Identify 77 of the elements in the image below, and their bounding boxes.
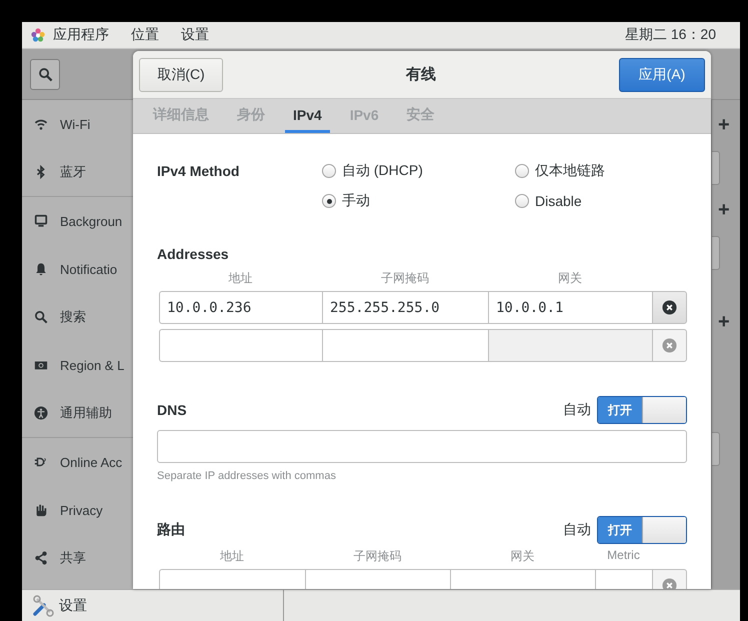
auto-label: 自动 — [563, 401, 591, 419]
input-field[interactable] — [322, 329, 488, 362]
input-field[interactable] — [157, 430, 687, 463]
radio-button[interactable] — [515, 194, 529, 208]
option-label: 仅本地链路 — [535, 162, 605, 180]
cancel-button[interactable]: 取消(C) — [139, 58, 223, 92]
input-field[interactable]: 10.0.0.236 — [159, 291, 322, 324]
input-field[interactable]: 10.0.0.1 — [488, 291, 652, 324]
sidebar-item[interactable]: Backgroun — [60, 214, 122, 228]
column-header: 子网掩码 — [380, 270, 430, 287]
menu-item[interactable]: 设置 — [181, 26, 209, 44]
sidebar-item[interactable]: Region & L — [60, 358, 124, 372]
add-button[interactable]: + — [718, 115, 730, 135]
hand-icon — [34, 503, 48, 517]
column-header: 网关 — [557, 270, 583, 287]
column-header: 地址 — [228, 270, 254, 287]
radio-button[interactable] — [322, 164, 336, 178]
clock[interactable]: 星期二 16：20 — [624, 26, 716, 44]
auto-label: 自动 — [563, 521, 591, 539]
input-field[interactable]: 255.255.255.0 — [322, 291, 488, 324]
section-title: DNS — [157, 402, 187, 418]
remove-button[interactable] — [652, 291, 687, 324]
radio-button[interactable] — [322, 194, 336, 208]
sidebar-item[interactable]: Notificatio — [60, 262, 118, 276]
sidebar-item[interactable]: 蓝牙 — [60, 163, 86, 181]
plug-icon — [34, 455, 48, 469]
monitor-icon — [34, 214, 48, 228]
radio-option[interactable]: Disable — [515, 190, 675, 212]
tab[interactable]: IPv4 — [285, 99, 330, 133]
field-value: 10.0.0.1 — [496, 300, 564, 316]
column-header: 子网掩码 — [352, 548, 402, 565]
taskbar-label: 设置 — [59, 596, 87, 614]
column-header: Metric — [606, 548, 641, 564]
column-header: 地址 — [219, 548, 245, 565]
menu-item[interactable]: 应用程序 — [53, 26, 109, 44]
toggle-switch[interactable]: 打开 — [597, 396, 687, 424]
hint-text: Separate IP addresses with commas — [157, 470, 337, 482]
switch-label: 打开 — [598, 517, 642, 543]
radio-option[interactable]: 手动 — [322, 190, 515, 212]
add-button[interactable]: + — [718, 200, 730, 220]
option-label: 手动 — [342, 192, 370, 210]
remove-icon — [662, 338, 677, 353]
accessibility-icon — [34, 406, 48, 420]
method-label: IPv4 Method — [157, 162, 240, 181]
remove-icon — [662, 578, 677, 589]
sidebar-item[interactable]: 搜索 — [60, 308, 86, 326]
field-value: 255.255.255.0 — [330, 300, 440, 316]
remove-icon — [662, 300, 677, 315]
share-icon — [34, 551, 48, 565]
tools-icon — [32, 594, 54, 616]
search-icon — [34, 310, 48, 324]
sidebar-item[interactable]: Privacy — [60, 502, 103, 518]
option-label: 自动 (DHCP) — [342, 162, 423, 180]
sidebar-item[interactable]: 通用辅助 — [60, 404, 112, 422]
column-header: 网关 — [510, 548, 536, 565]
apply-button[interactable]: 应用(A) — [619, 58, 705, 92]
option-label: Disable — [535, 193, 582, 209]
sidebar-item[interactable]: 共享 — [60, 549, 86, 567]
radio-option[interactable]: 仅本地链路 — [515, 160, 675, 182]
switch-label: 打开 — [598, 397, 642, 423]
toggle-switch[interactable]: 打开 — [597, 516, 687, 544]
flower-icon — [30, 27, 46, 43]
search-button[interactable] — [30, 58, 60, 90]
section-title: Addresses — [157, 246, 230, 262]
radio-option[interactable]: 自动 (DHCP) — [322, 160, 515, 182]
radio-button[interactable] — [515, 164, 529, 178]
wifi-icon — [34, 117, 48, 131]
search-icon — [38, 66, 52, 82]
field-value: 10.0.0.236 — [167, 300, 252, 316]
menu-item[interactable]: 位置 — [131, 26, 159, 44]
sidebar-item[interactable]: Online Acc — [60, 454, 122, 470]
add-button[interactable]: + — [718, 312, 730, 332]
dialog-title: 有线 — [404, 65, 437, 84]
section-title: 路由 — [157, 521, 185, 539]
input-field[interactable] — [159, 329, 322, 362]
bell-icon — [34, 262, 48, 276]
sidebar-item[interactable]: Wi-Fi — [60, 116, 90, 132]
